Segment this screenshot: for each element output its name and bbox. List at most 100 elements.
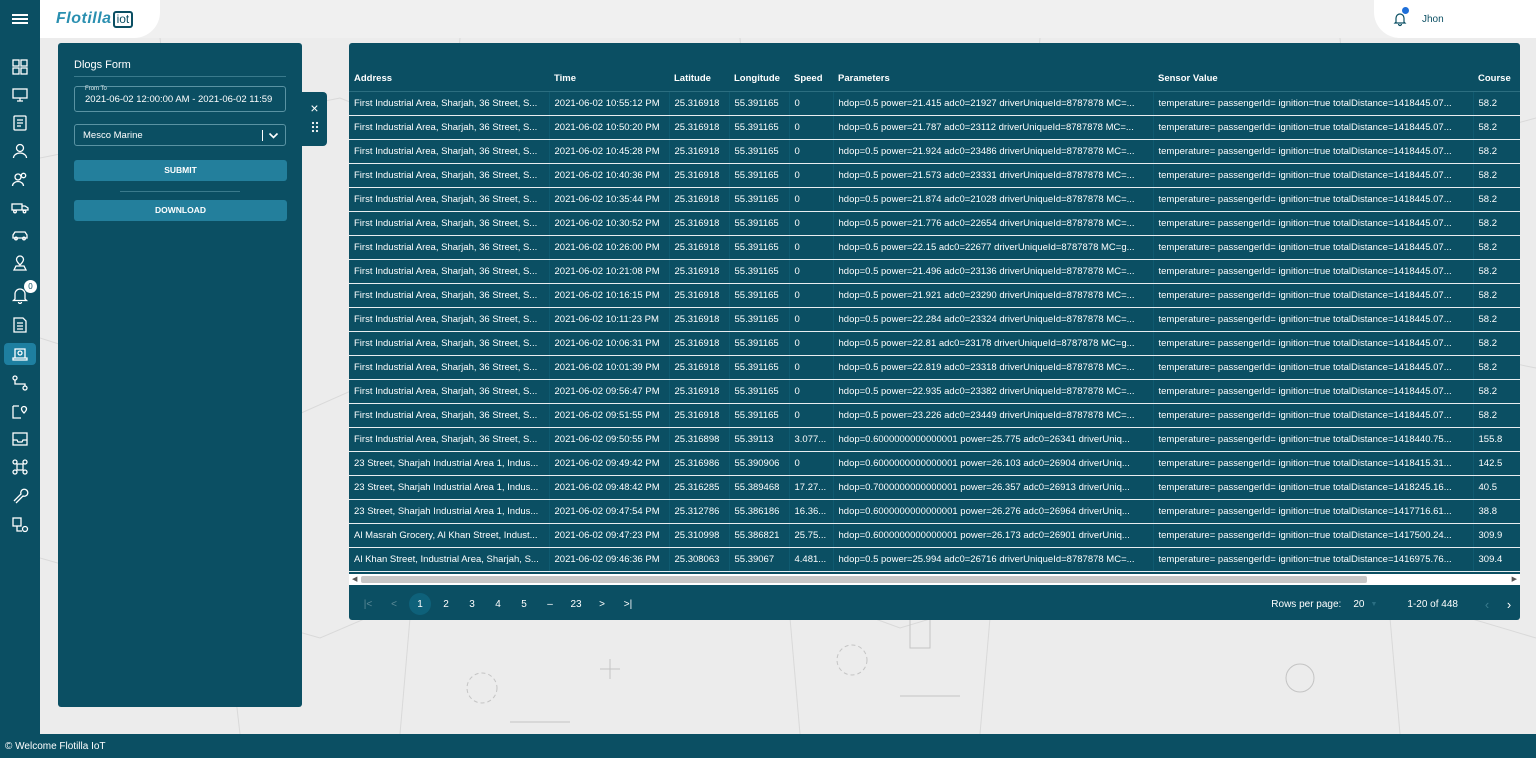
- sidebar-item-dashboard[interactable]: [4, 56, 36, 78]
- column-header-address[interactable]: Address: [349, 67, 549, 92]
- scroll-left-icon[interactable]: ◀: [352, 575, 357, 583]
- table-row[interactable]: First Industrial Area, Sharjah, 36 Stree…: [349, 379, 1520, 404]
- cell-sensor-value: temperature= passengerId= ignition=true …: [1153, 163, 1474, 188]
- sidebar-item-car[interactable]: [4, 224, 36, 246]
- page-2-button[interactable]: 2: [435, 593, 457, 615]
- cell-time: 2021-06-02 09:56:47 PM: [549, 379, 670, 404]
- sidebar-item-checklist[interactable]: [4, 112, 36, 134]
- table-row[interactable]: First Industrial Area, Sharjah, 36 Stree…: [349, 163, 1520, 188]
- table-row[interactable]: Al Khan Street, Industrial Area, Sharjah…: [349, 547, 1520, 572]
- table-row[interactable]: First Industrial Area, Sharjah, 36 Stree…: [349, 235, 1520, 260]
- page-3-button[interactable]: 3: [461, 593, 483, 615]
- column-header-course[interactable]: Course: [1473, 67, 1520, 92]
- prev-page-icon[interactable]: <: [383, 593, 405, 615]
- dlogs-form-panel: Dlogs Form From To 2021-06-02 12:00:00 A…: [58, 43, 302, 707]
- rows-per-page-value: 20: [1353, 598, 1365, 610]
- table-scroll-area[interactable]: Address Time Latitude Longitude Speed Pa…: [349, 67, 1520, 617]
- horizontal-scrollbar[interactable]: ◀ ▶: [349, 574, 1520, 585]
- page-1-button[interactable]: 1: [409, 593, 431, 615]
- vehicle-select[interactable]: Mesco Marine: [74, 124, 286, 146]
- column-header-longitude[interactable]: Longitude: [729, 67, 789, 92]
- column-header-time[interactable]: Time: [549, 67, 669, 92]
- submit-button[interactable]: SUBMIT: [74, 160, 287, 181]
- rows-per-page-select[interactable]: 20 ▼: [1353, 599, 1377, 610]
- table-row[interactable]: Al Masrah Grocery, Al Khan Street, Indus…: [349, 523, 1520, 548]
- sidebar-item-users[interactable]: [4, 168, 36, 190]
- table-row[interactable]: First Industrial Area, Sharjah, 36 Stree…: [349, 211, 1520, 236]
- last-page-icon[interactable]: >|: [617, 593, 639, 615]
- sidebar-item-report[interactable]: [4, 314, 36, 336]
- table-row[interactable]: First Industrial Area, Sharjah, 36 Stree…: [349, 91, 1520, 116]
- cell-sensor-value: temperature= passengerId= ignition=true …: [1153, 355, 1474, 380]
- sidebar-item-dlogs[interactable]: [4, 343, 36, 365]
- sidebar-item-user[interactable]: [4, 140, 36, 162]
- sidebar: 0: [0, 38, 40, 734]
- column-header-speed[interactable]: Speed: [789, 67, 833, 92]
- table-row[interactable]: 23 Street, Sharjah Industrial Area 1, In…: [349, 475, 1520, 500]
- cell-time: 2021-06-02 10:11:23 PM: [549, 307, 670, 332]
- table-row[interactable]: First Industrial Area, Sharjah, 36 Stree…: [349, 139, 1520, 164]
- download-button[interactable]: DOWNLOAD: [74, 200, 287, 221]
- cell-speed: 0: [789, 163, 834, 188]
- page-23-button[interactable]: 23: [565, 593, 587, 615]
- cell-time: 2021-06-02 09:47:23 PM: [549, 523, 670, 548]
- sidebar-item-geofence[interactable]: [4, 400, 36, 422]
- sidebar-item-inbox[interactable]: [4, 428, 36, 450]
- cell-sensor-value: temperature= passengerId= ignition=true …: [1153, 403, 1474, 428]
- table-row[interactable]: First Industrial Area, Sharjah, 36 Stree…: [349, 403, 1520, 428]
- menu-button[interactable]: [0, 0, 40, 38]
- drag-handle-icon[interactable]: [311, 121, 319, 133]
- cell-latitude: 25.312786: [669, 499, 730, 524]
- table-row[interactable]: First Industrial Area, Sharjah, 36 Stree…: [349, 427, 1520, 452]
- table-row[interactable]: First Industrial Area, Sharjah, 36 Stree…: [349, 331, 1520, 356]
- page-5-button[interactable]: 5: [513, 593, 535, 615]
- sidebar-item-truck[interactable]: [4, 196, 36, 218]
- cell-parameters: hdop=0.5 power=23.226 adc0=23449 driverU…: [833, 403, 1154, 428]
- table-row[interactable]: First Industrial Area, Sharjah, 36 Stree…: [349, 187, 1520, 212]
- cell-address: First Industrial Area, Sharjah, 36 Stree…: [349, 427, 550, 452]
- cell-address: First Industrial Area, Sharjah, 36 Stree…: [349, 403, 550, 428]
- date-range-field[interactable]: From To 2021-06-02 12:00:00 AM - 2021-06…: [74, 86, 286, 112]
- page-4-button[interactable]: 4: [487, 593, 509, 615]
- column-header-latitude[interactable]: Latitude: [669, 67, 729, 92]
- prev-arrow-icon[interactable]: ‹: [1476, 597, 1498, 612]
- sidebar-item-route[interactable]: [4, 372, 36, 394]
- close-icon[interactable]: ×: [310, 101, 318, 115]
- table-row[interactable]: First Industrial Area, Sharjah, 36 Stree…: [349, 259, 1520, 284]
- notification-bell-icon[interactable]: [1392, 7, 1409, 27]
- cell-time: 2021-06-02 10:40:36 PM: [549, 163, 670, 188]
- cell-address: First Industrial Area, Sharjah, 36 Stree…: [349, 163, 550, 188]
- scroll-right-icon[interactable]: ▶: [1512, 575, 1517, 583]
- column-header-sensor-value[interactable]: Sensor Value: [1153, 67, 1473, 92]
- sidebar-item-monitor[interactable]: [4, 84, 36, 106]
- column-header-parameters[interactable]: Parameters: [833, 67, 1153, 92]
- app-logo[interactable]: Flotilla iot: [40, 0, 160, 38]
- table-row[interactable]: First Industrial Area, Sharjah, 36 Stree…: [349, 283, 1520, 308]
- table-row[interactable]: First Industrial Area, Sharjah, 36 Stree…: [349, 115, 1520, 140]
- table-row[interactable]: 23 Street, Sharjah Industrial Area 1, In…: [349, 499, 1520, 524]
- sidebar-item-command[interactable]: [4, 456, 36, 478]
- user-name[interactable]: Jhon: [1422, 14, 1444, 25]
- sidebar-item-notifications[interactable]: 0: [4, 280, 37, 306]
- sidebar-item-maintenance[interactable]: [4, 484, 36, 506]
- sidebar-item-location[interactable]: [4, 252, 36, 274]
- cell-address: First Industrial Area, Sharjah, 36 Stree…: [349, 379, 550, 404]
- table-row[interactable]: First Industrial Area, Sharjah, 36 Stree…: [349, 307, 1520, 332]
- select-separator: [262, 130, 263, 141]
- table-row[interactable]: 23 Street, Sharjah Industrial Area 1, In…: [349, 451, 1520, 476]
- date-range-label: From To: [85, 86, 107, 92]
- inbox-icon: [12, 432, 28, 446]
- next-page-icon[interactable]: >: [591, 593, 613, 615]
- device-icon: [12, 517, 29, 533]
- cell-latitude: 25.316918: [669, 307, 730, 332]
- cell-course: 58.2: [1473, 331, 1520, 356]
- cell-course: 58.2: [1473, 259, 1520, 284]
- scrollbar-thumb[interactable]: [361, 576, 1367, 583]
- cell-latitude: 25.316918: [669, 91, 730, 116]
- table-row[interactable]: First Industrial Area, Sharjah, 36 Stree…: [349, 355, 1520, 380]
- cell-latitude: 25.316918: [669, 115, 730, 140]
- cell-sensor-value: temperature= passengerId= ignition=true …: [1153, 427, 1474, 452]
- next-arrow-icon[interactable]: ›: [1498, 597, 1520, 612]
- first-page-icon[interactable]: |<: [357, 593, 379, 615]
- sidebar-item-device[interactable]: [4, 514, 36, 536]
